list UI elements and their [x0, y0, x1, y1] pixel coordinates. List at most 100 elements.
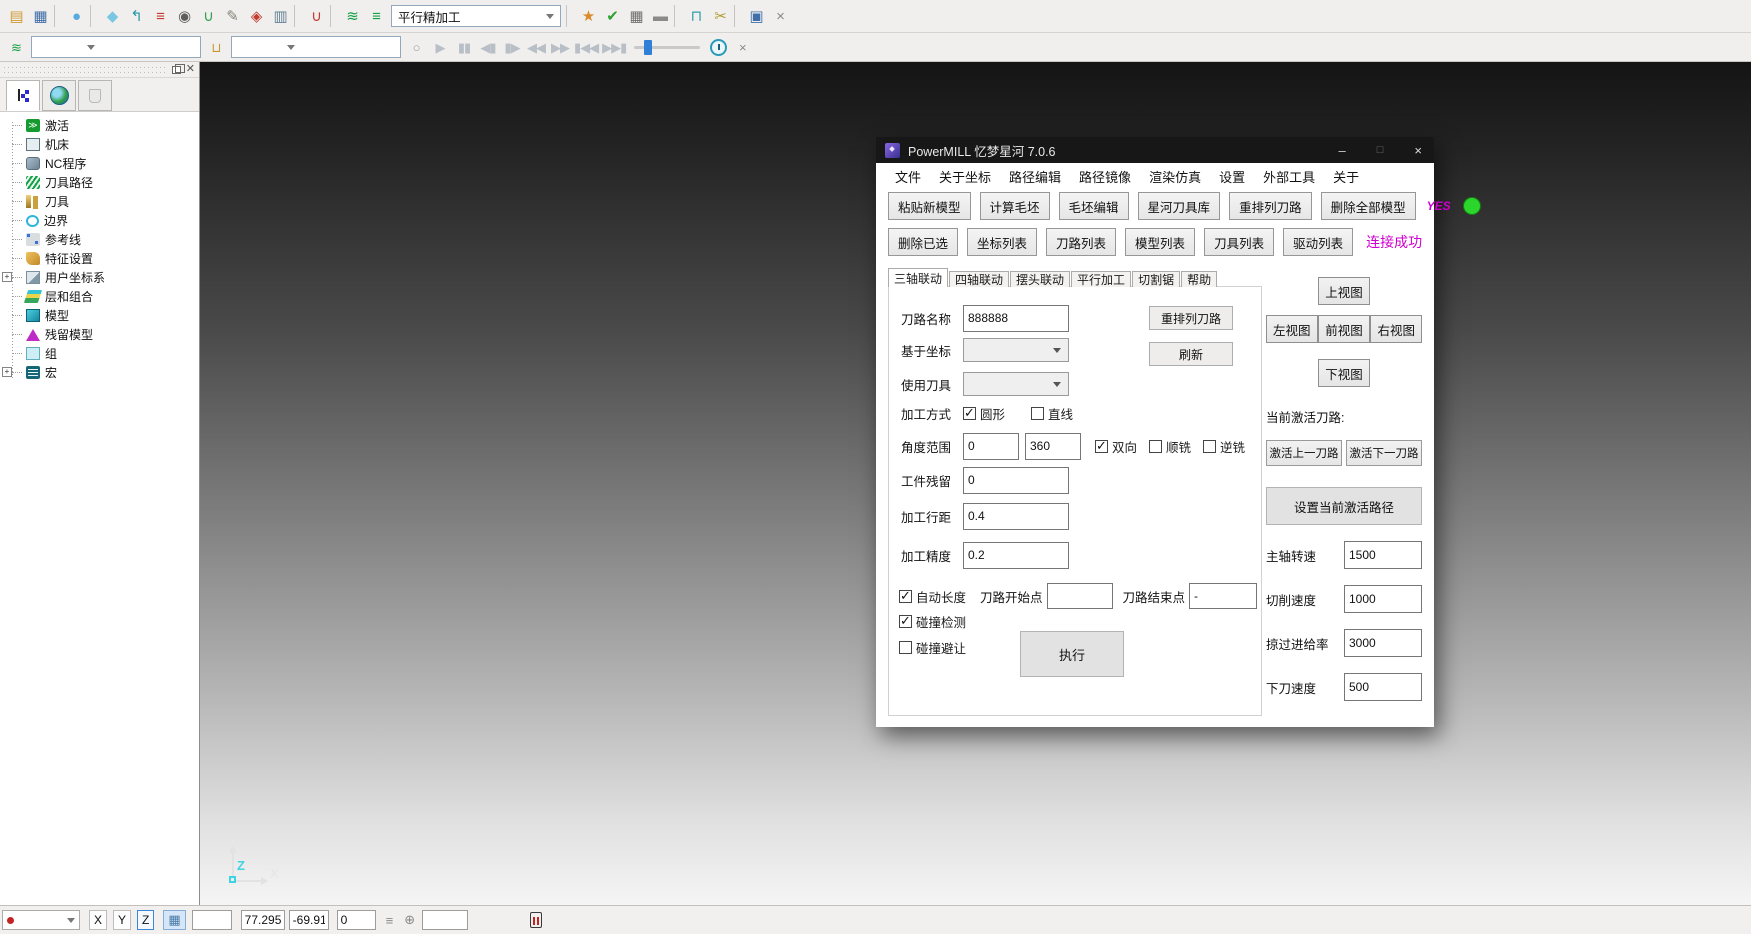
- checkbox[interactable]: [899, 641, 912, 654]
- pause-device-icon[interactable]: [530, 912, 542, 928]
- tab-3axis[interactable]: 三轴联动: [888, 268, 948, 287]
- rearrange-toolpaths-button[interactable]: 重排列刀路: [1229, 192, 1312, 220]
- pattern-block-icon[interactable]: ▥: [268, 3, 292, 29]
- simulate-toolpath-icon[interactable]: ★: [576, 3, 600, 29]
- shaded-render-icon[interactable]: ●: [64, 3, 88, 29]
- menu-render-sim[interactable]: 渲染仿真: [1140, 167, 1210, 186]
- conventional-mill-checkbox[interactable]: 逆铣: [1203, 437, 1245, 456]
- expand-icon[interactable]: [2, 367, 12, 377]
- ball-tool-icon[interactable]: ◉: [172, 3, 196, 29]
- dock-gripper[interactable]: [4, 66, 167, 74]
- tab-help[interactable]: 帮助: [1181, 271, 1217, 287]
- expand-icon[interactable]: [2, 272, 12, 282]
- search-back-icon[interactable]: ◀◀: [524, 34, 548, 60]
- checkbox[interactable]: [899, 615, 912, 628]
- go-to-start-icon[interactable]: ▮◀◀: [572, 34, 600, 60]
- tolerance-input[interactable]: [963, 542, 1069, 569]
- snap-mode-combobox[interactable]: [2, 910, 80, 930]
- step-back-icon[interactable]: ◀▮: [476, 34, 500, 60]
- tree-item-reference-lines[interactable]: 参考线: [0, 230, 199, 249]
- tab-parallel[interactable]: 平行加工: [1071, 271, 1131, 287]
- collision-avoid-checkbox[interactable]: 碰撞避让: [899, 638, 966, 657]
- skim-feed-field[interactable]: [1344, 629, 1422, 657]
- axis-swap-icon[interactable]: ✂: [708, 3, 732, 29]
- use-tool-select[interactable]: [963, 372, 1069, 396]
- view-bottom-button[interactable]: 下视图: [1318, 359, 1370, 387]
- tree-item-activate[interactable]: 激活: [0, 116, 199, 135]
- tool-select-combobox[interactable]: [231, 36, 401, 58]
- tree-item-levels-sets[interactable]: 层和组合: [0, 287, 199, 306]
- coordinate-y-field[interactable]: [289, 910, 329, 930]
- toolpath-icon[interactable]: ≋: [340, 3, 364, 29]
- go-to-end-icon[interactable]: ▶▶▮: [600, 34, 628, 60]
- tab-4axis[interactable]: 四轴联动: [949, 271, 1009, 287]
- view-top-button[interactable]: 上视图: [1318, 277, 1370, 305]
- feeds-speeds-icon[interactable]: ∪: [304, 3, 328, 29]
- spindle-speed-field[interactable]: [1344, 541, 1422, 569]
- toolbar-separator[interactable]: [566, 5, 574, 27]
- close-toolbar-icon[interactable]: ×: [730, 34, 754, 60]
- toolbar-separator[interactable]: [330, 5, 338, 27]
- checkbox[interactable]: [963, 407, 976, 420]
- coordinate-z-field[interactable]: [337, 910, 376, 930]
- draw-measure-icon[interactable]: ✎: [220, 3, 244, 29]
- tree-item-workplanes[interactable]: 用户坐标系: [0, 268, 199, 287]
- mount-tool-icon[interactable]: ⊓: [684, 3, 708, 29]
- set-active-path-button[interactable]: 设置当前激活路径: [1266, 487, 1422, 525]
- toolbar-separator[interactable]: [294, 5, 302, 27]
- simulation-clock-icon[interactable]: [706, 34, 730, 60]
- lightbulb-icon[interactable]: ○: [404, 34, 428, 60]
- linear-checkbox[interactable]: 直线: [1031, 404, 1073, 423]
- restore-panel-icon[interactable]: [172, 66, 181, 74]
- ruler-icon[interactable]: ▬: [648, 3, 672, 29]
- toolbar-separator[interactable]: [90, 5, 98, 27]
- checkbox[interactable]: [1031, 407, 1044, 420]
- close-button[interactable]: ×: [1414, 144, 1422, 157]
- execute-button[interactable]: 执行: [1020, 631, 1124, 677]
- tolerance-field[interactable]: [422, 910, 468, 930]
- save-project-icon[interactable]: ▦: [28, 3, 52, 29]
- view-right-button[interactable]: 右视图: [1370, 315, 1422, 343]
- activate-prev-toolpath-button[interactable]: 激活上一刀路: [1266, 440, 1342, 466]
- checkbox[interactable]: [1095, 440, 1108, 453]
- paste-new-model-button[interactable]: 粘贴新模型: [888, 192, 971, 220]
- slider-handle[interactable]: [644, 40, 652, 55]
- menu-about-coords[interactable]: 关于坐标: [930, 167, 1000, 186]
- view-front-button[interactable]: 前视图: [1318, 315, 1370, 343]
- tree-item-toolpaths[interactable]: 刀具路径: [0, 173, 199, 192]
- stepover-input[interactable]: [963, 503, 1069, 530]
- menu-about[interactable]: 关于: [1324, 167, 1368, 186]
- menu-path-mirror[interactable]: 路径镜像: [1070, 167, 1140, 186]
- grid-snap-button[interactable]: ▦: [163, 910, 185, 930]
- block-icon[interactable]: ◆: [100, 3, 124, 29]
- stock-remain-input[interactable]: [963, 467, 1069, 494]
- angle-from-input[interactable]: [963, 433, 1019, 460]
- start-point-input[interactable]: [1047, 583, 1113, 609]
- climb-mill-checkbox[interactable]: 顺铣: [1149, 437, 1191, 456]
- start-end-point-icon[interactable]: ≡: [148, 3, 172, 29]
- minimize-button[interactable]: –: [1339, 144, 1346, 157]
- rearrange-toolpaths-button[interactable]: 重排列刀路: [1149, 306, 1233, 330]
- menu-path-edit[interactable]: 路径编辑: [1000, 167, 1070, 186]
- tool-holder-icon[interactable]: ∪: [196, 3, 220, 29]
- collision-detect-checkbox[interactable]: 碰撞检测: [899, 612, 966, 631]
- machining-strategy-combobox[interactable]: 平行精加工: [391, 5, 561, 27]
- checkbox[interactable]: [1149, 440, 1162, 453]
- cutting-feed-field[interactable]: [1344, 585, 1422, 613]
- menu-file[interactable]: 文件: [886, 167, 930, 186]
- checkbox[interactable]: [1203, 440, 1216, 453]
- angle-to-input[interactable]: [1025, 433, 1081, 460]
- pause-icon[interactable]: ▮▮: [452, 34, 476, 60]
- tree-item-machine[interactable]: 机床: [0, 135, 199, 154]
- tool-select-icon[interactable]: ⊔: [204, 34, 228, 60]
- tree-item-tools[interactable]: 刀具: [0, 192, 199, 211]
- locate-point-icon[interactable]: ⊕: [404, 912, 415, 928]
- tab-explorer-tree[interactable]: [6, 80, 40, 111]
- menu-settings[interactable]: 设置: [1210, 167, 1254, 186]
- tree-item-groups[interactable]: 组: [0, 344, 199, 363]
- dialog-titlebar[interactable]: PowerMILL 忆梦星河 7.0.6 – □ ×: [876, 137, 1434, 163]
- point-distribution-icon[interactable]: ◈: [244, 3, 268, 29]
- strategy-list-icon[interactable]: ≡: [364, 3, 388, 29]
- tab-simulation-view[interactable]: [42, 80, 76, 111]
- tree-item-nc-programs[interactable]: NC程序: [0, 154, 199, 173]
